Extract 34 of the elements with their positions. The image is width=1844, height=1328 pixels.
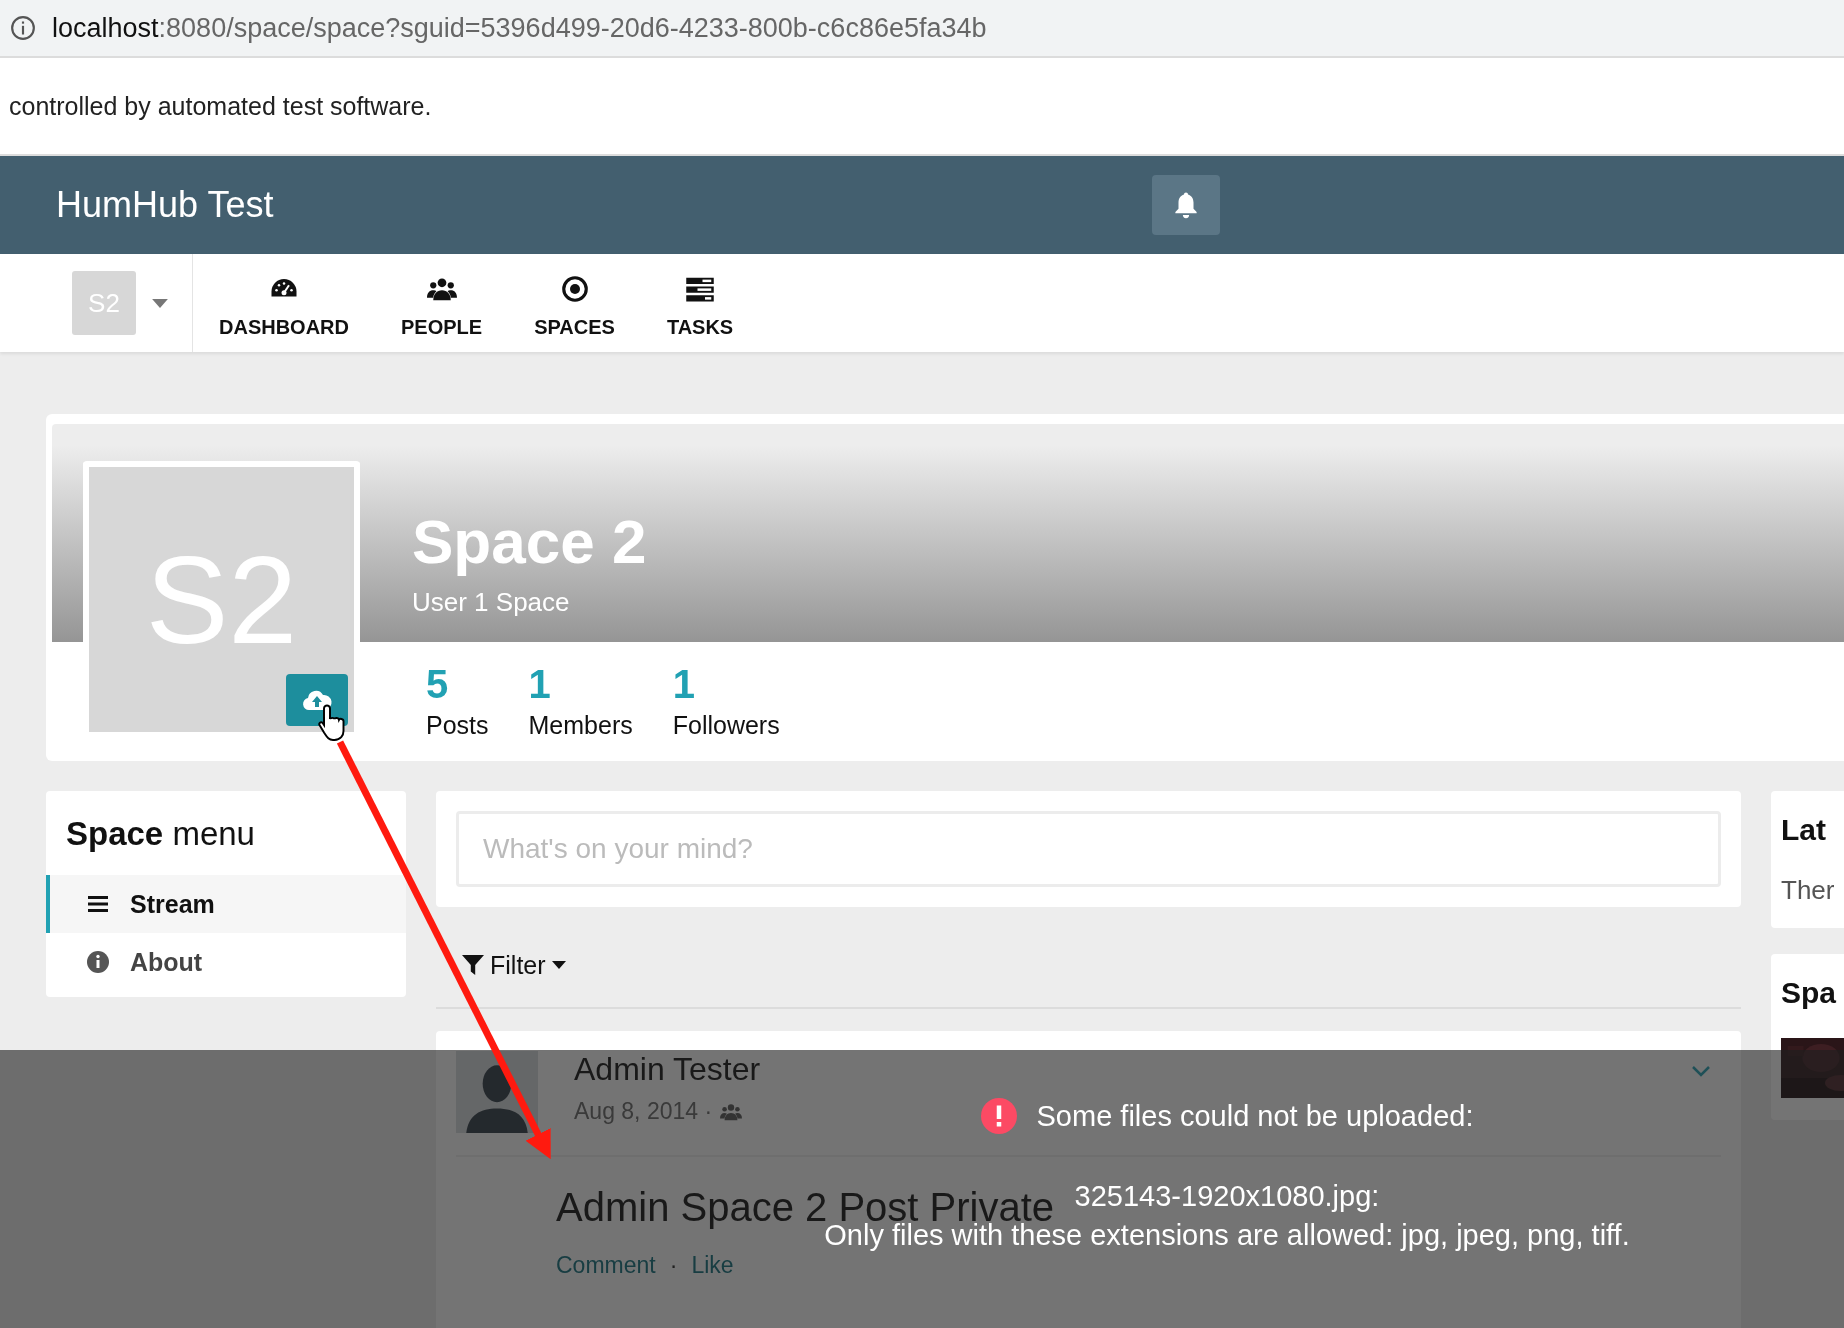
post-input-field[interactable]: What's on your mind?: [456, 811, 1721, 887]
panel-text: Ther: [1781, 875, 1836, 906]
nav-item[interactable]: TASKS: [640, 254, 760, 352]
filter-dropdown[interactable]: Filter: [462, 950, 566, 980]
upload-button[interactable]: [286, 674, 348, 726]
nav-item[interactable]: DASHBOARD: [193, 254, 375, 352]
space-name: Space 2: [412, 506, 647, 577]
panel-title: Spa: [1781, 976, 1838, 1010]
funnel-icon: [462, 954, 484, 976]
info-icon: [86, 950, 110, 974]
error-file-name: 325143-1920x1080.jpg:: [1074, 1180, 1380, 1213]
panel-title: Space menu: [65, 814, 256, 854]
nav-item[interactable]: PEOPLE: [375, 254, 509, 352]
error-heading: Some files could not be uploaded:: [1036, 1099, 1474, 1133]
error-icon: [980, 1098, 1017, 1134]
space-description: User 1 Space: [412, 587, 571, 618]
stat-label: Members: [528, 711, 633, 740]
caret-icon: [551, 961, 566, 969]
caret-icon[interactable]: [152, 298, 168, 308]
cloud-upload-icon: [301, 688, 333, 712]
menu-item[interactable]: Stream: [46, 875, 406, 933]
notifications-button[interactable]: [1152, 175, 1220, 235]
automation-notice: controlled by automated test software.: [9, 91, 432, 121]
menu-item[interactable]: About: [46, 933, 406, 991]
author-name[interactable]: Admin Tester: [574, 1051, 1655, 1088]
stat-label: Followers: [672, 711, 780, 740]
site-title[interactable]: HumHub Test: [56, 184, 1152, 226]
nav-item[interactable]: SPACES: [508, 254, 641, 352]
separator-dot: ·: [669, 1252, 678, 1279]
user-avatar[interactable]: [456, 1051, 538, 1133]
stat-label: Posts: [426, 711, 489, 740]
panel-title: Lat: [1781, 813, 1827, 847]
target-icon: [559, 273, 590, 304]
info-icon[interactable]: [10, 15, 36, 41]
